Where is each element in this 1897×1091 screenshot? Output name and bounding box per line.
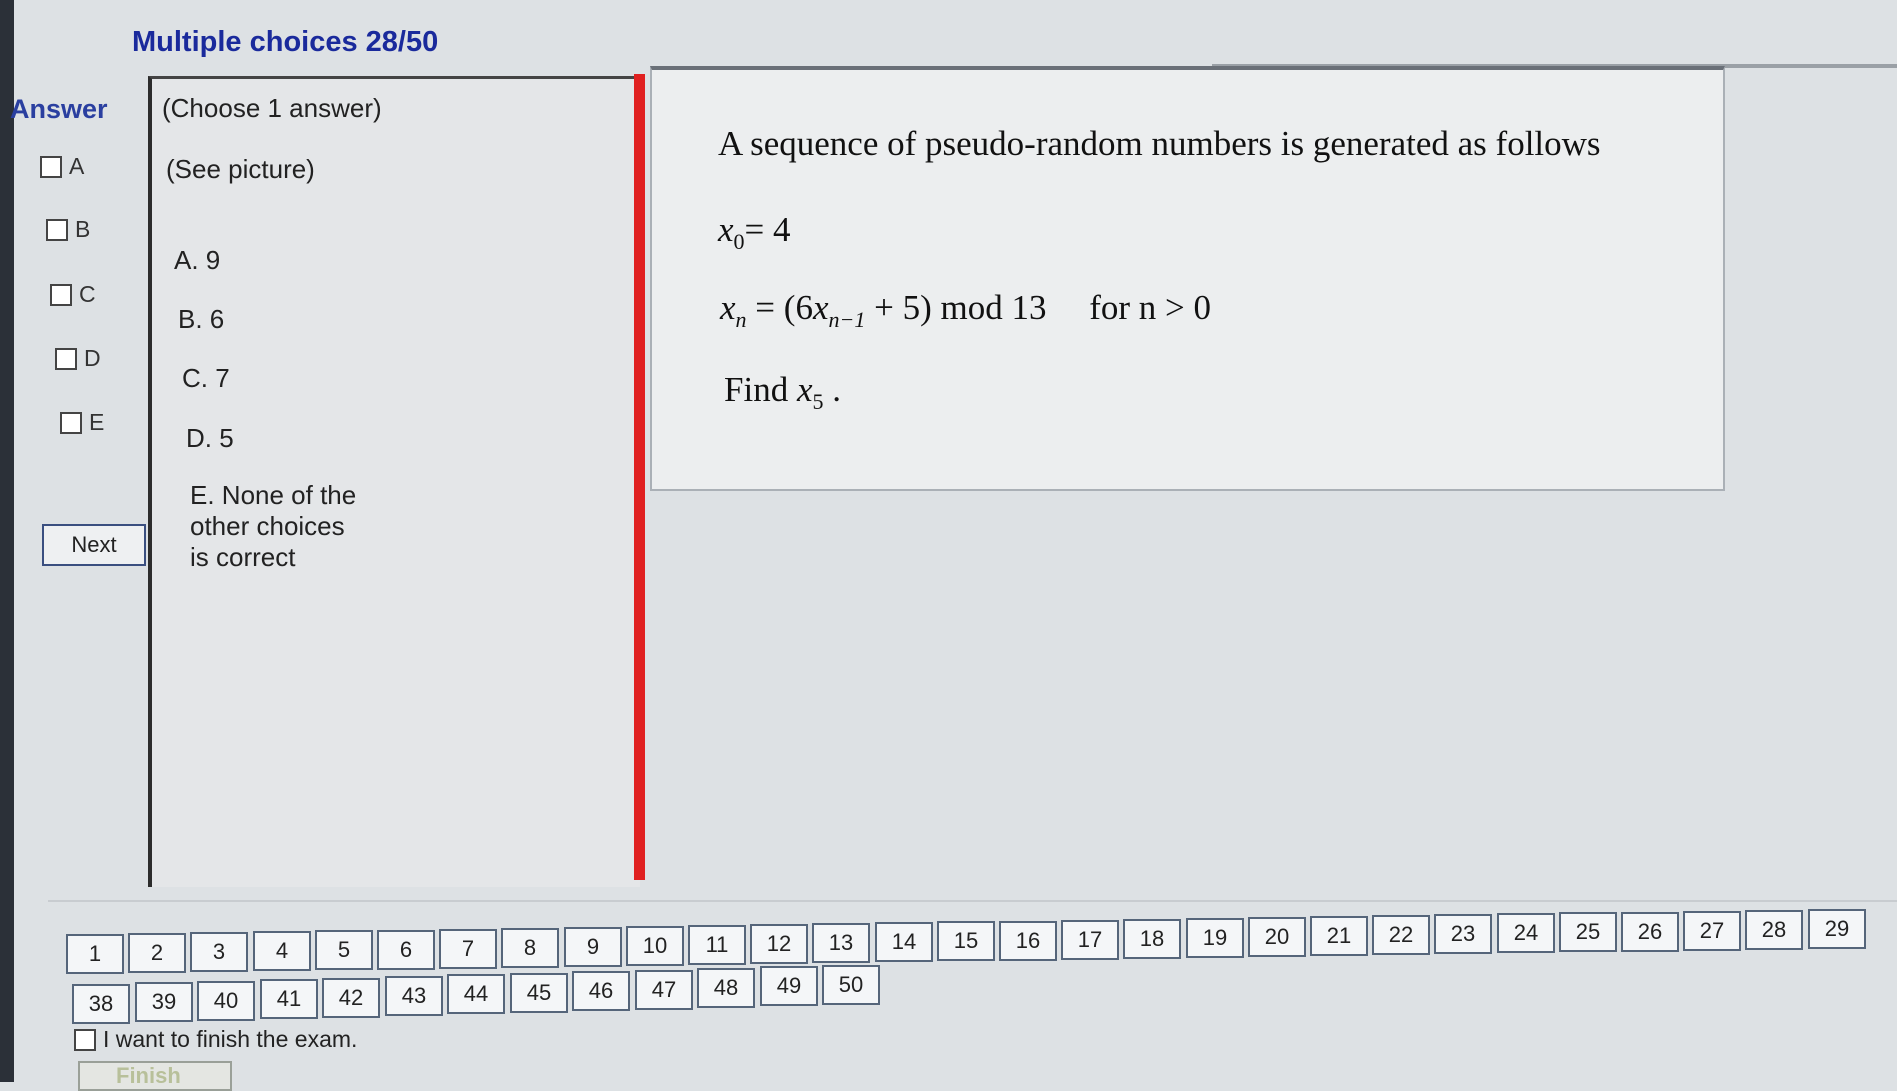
- question-nav-button[interactable]: 8: [501, 928, 559, 968]
- question-nav-button[interactable]: 9: [564, 927, 622, 967]
- answer-option-label: E: [89, 409, 105, 435]
- question-nav-button[interactable]: 24: [1497, 913, 1555, 953]
- see-picture-note: (See picture): [166, 154, 315, 184]
- next-button[interactable]: Next: [42, 524, 146, 566]
- choice-a: A. 9: [174, 245, 221, 275]
- nav-separator: [48, 900, 1897, 902]
- question-nav-button[interactable]: 46: [572, 971, 630, 1011]
- answer-checkbox-a[interactable]: [40, 155, 62, 178]
- question-nav-button[interactable]: 11: [688, 925, 746, 965]
- question-nav-button[interactable]: 28: [1745, 910, 1803, 950]
- question-nav-button[interactable]: 18: [1123, 919, 1181, 959]
- finish-button[interactable]: Finish: [78, 1061, 232, 1091]
- answer-option-c[interactable]: C: [50, 281, 96, 308]
- question-panel: A sequence of pseudo-random numbers is g…: [650, 66, 1725, 491]
- question-recurrence: xn = (6xn−1 + 5) mod 13 for n > 0: [720, 288, 1212, 332]
- page-title: Multiple choices 28/50: [132, 26, 439, 58]
- question-nav-button[interactable]: 10: [626, 926, 684, 966]
- question-nav-button[interactable]: 20: [1248, 917, 1306, 957]
- answer-checkbox-d[interactable]: [55, 347, 77, 370]
- answer-option-label: B: [75, 216, 91, 242]
- choice-d: D. 5: [186, 423, 234, 453]
- answer-option-label: C: [79, 281, 96, 307]
- answer-checkbox-b[interactable]: [46, 218, 68, 241]
- finish-exam-option[interactable]: I want to finish the exam.: [74, 1026, 357, 1053]
- choice-c: C. 7: [182, 363, 230, 393]
- question-nav-button[interactable]: 7: [439, 929, 497, 969]
- screen-left-edge: [0, 0, 14, 1082]
- finish-exam-checkbox[interactable]: [74, 1028, 96, 1051]
- question-nav-button[interactable]: 45: [510, 973, 568, 1013]
- question-nav-button[interactable]: 3: [190, 932, 248, 972]
- question-nav-button[interactable]: 44: [447, 974, 505, 1014]
- question-nav-button[interactable]: 49: [760, 966, 818, 1006]
- choices-panel: (Choose 1 answer) (See picture) A. 9 B. …: [148, 76, 640, 887]
- question-nav-button[interactable]: 50: [822, 965, 880, 1005]
- question-nav-button[interactable]: 38: [72, 984, 130, 1024]
- question-nav-button[interactable]: 41: [260, 979, 318, 1019]
- panel-divider: [634, 74, 645, 880]
- question-nav-button[interactable]: 4: [253, 931, 311, 971]
- question-nav-button[interactable]: 5: [315, 930, 373, 970]
- question-nav-button[interactable]: 15: [937, 921, 995, 961]
- answer-label: Answer: [10, 94, 108, 124]
- choice-b: B. 6: [178, 304, 225, 334]
- question-initial-value: x0= 4: [718, 210, 791, 254]
- question-nav-button[interactable]: 47: [635, 970, 693, 1010]
- answer-option-b[interactable]: B: [46, 216, 90, 243]
- question-nav-button[interactable]: 39: [135, 982, 193, 1022]
- question-nav-button[interactable]: 17: [1061, 920, 1119, 960]
- question-nav-button[interactable]: 2: [128, 933, 186, 973]
- answer-option-label: D: [84, 345, 101, 371]
- answer-option-d[interactable]: D: [55, 345, 101, 372]
- question-intro: A sequence of pseudo-random numbers is g…: [718, 124, 1601, 163]
- question-nav-button[interactable]: 48: [697, 968, 755, 1008]
- question-nav-button[interactable]: 27: [1683, 911, 1741, 951]
- question-nav-button[interactable]: 43: [385, 976, 443, 1016]
- answer-option-a[interactable]: A: [40, 153, 84, 180]
- question-nav-button[interactable]: 23: [1434, 914, 1492, 954]
- finish-exam-label: I want to finish the exam.: [103, 1026, 358, 1052]
- question-nav-button[interactable]: 14: [875, 922, 933, 962]
- choose-instruction: (Choose 1 answer): [162, 93, 382, 123]
- question-nav-button[interactable]: 42: [322, 978, 380, 1018]
- question-find: Find x5 .: [724, 370, 841, 414]
- question-nav-button[interactable]: 1: [66, 934, 124, 974]
- question-nav-button[interactable]: 22: [1372, 915, 1430, 955]
- answer-option-e[interactable]: E: [60, 409, 104, 436]
- choice-e: E. None of the other choices is correct: [190, 480, 357, 572]
- answer-checkbox-e[interactable]: [60, 411, 82, 434]
- question-nav-button[interactable]: 26: [1621, 912, 1679, 952]
- answer-checkbox-c[interactable]: [50, 283, 72, 306]
- question-nav-button[interactable]: 13: [812, 923, 870, 963]
- question-nav-button[interactable]: 29: [1808, 909, 1866, 949]
- question-nav-button[interactable]: 6: [377, 930, 435, 970]
- question-nav-button[interactable]: 16: [999, 921, 1057, 961]
- question-nav-button[interactable]: 19: [1186, 918, 1244, 958]
- answer-option-label: A: [69, 153, 85, 179]
- question-nav-button[interactable]: 21: [1310, 916, 1368, 956]
- question-nav-button[interactable]: 12: [750, 924, 808, 964]
- question-nav-button[interactable]: 40: [197, 981, 255, 1021]
- question-nav-button[interactable]: 25: [1559, 912, 1617, 952]
